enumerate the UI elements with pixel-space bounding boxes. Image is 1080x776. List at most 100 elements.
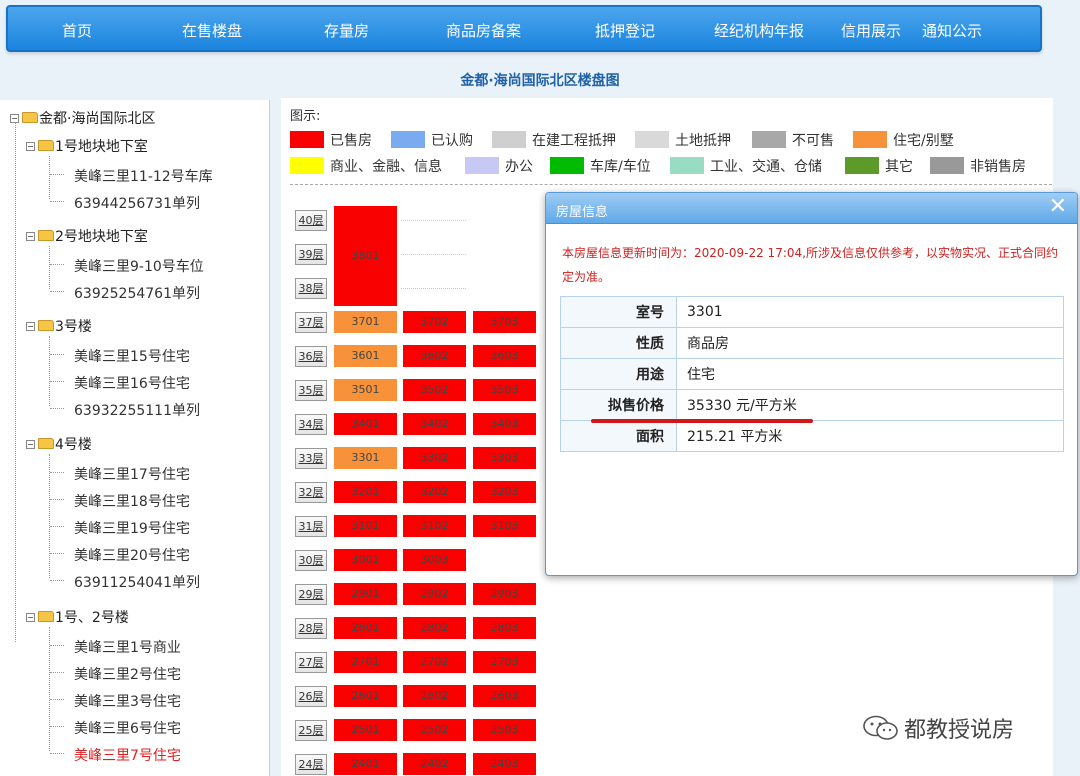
unit-cell[interactable]: 2503 xyxy=(473,719,536,741)
nav-item[interactable]: 商品房备案 xyxy=(446,20,521,41)
unit-cell[interactable]: 3401 xyxy=(334,413,397,435)
unit-cell[interactable]: 2901 xyxy=(334,583,397,605)
nav-item[interactable]: 存量房 xyxy=(324,20,369,41)
tree-leaf-item[interactable]: 美峰三里18号住宅 xyxy=(74,491,190,511)
nav-item[interactable]: 信用展示 xyxy=(841,20,901,41)
unit-cell[interactable]: 3501 xyxy=(334,379,397,401)
unit-cell[interactable]: 2501 xyxy=(334,719,397,741)
floor-button[interactable]: 34层 xyxy=(295,414,327,435)
tree-leaf-item[interactable]: 美峰三里9-10号车位 xyxy=(74,256,204,276)
unit-cell[interactable]: 3101 xyxy=(334,515,397,537)
unit-cell[interactable]: 3403 xyxy=(473,413,536,435)
unit-cell[interactable]: 2903 xyxy=(473,583,536,605)
unit-cell[interactable]: 2603 xyxy=(473,685,536,707)
unit-cell[interactable]: 2403 xyxy=(473,753,536,775)
unit-cell[interactable]: 3102 xyxy=(403,515,466,537)
tree-leaf-item[interactable]: 美峰三里19号住宅 xyxy=(74,518,190,538)
unit-cell[interactable]: 3703 xyxy=(473,311,536,333)
nav-item[interactable]: 经纪机构年报 xyxy=(714,20,804,41)
unit-cell[interactable]: 3302 xyxy=(403,447,466,469)
floor-button[interactable]: 36层 xyxy=(295,346,327,367)
collapse-toggle-icon[interactable]: − xyxy=(26,232,35,241)
tree-connector-line xyxy=(50,553,64,554)
floor-button[interactable]: 32层 xyxy=(295,482,327,503)
unit-cell[interactable]: 3502 xyxy=(403,379,466,401)
unit-3801[interactable]: 3801 xyxy=(334,206,397,306)
floor-button[interactable]: 24层 xyxy=(295,754,327,775)
tree-leaf-item[interactable]: 63925254761单列 xyxy=(74,283,200,303)
collapse-toggle-icon[interactable]: − xyxy=(26,322,35,331)
unit-cell[interactable]: 2703 xyxy=(473,651,536,673)
unit-cell[interactable]: 3003 xyxy=(403,549,466,571)
floor-button[interactable]: 39层 xyxy=(295,244,327,265)
unit-cell[interactable]: 2702 xyxy=(403,651,466,673)
unit-cell[interactable]: 2402 xyxy=(403,753,466,775)
floor-button[interactable]: 30层 xyxy=(295,550,327,571)
tree-leaf-item[interactable]: 美峰三里3号住宅 xyxy=(74,691,181,711)
tree-leaf-item[interactable]: 美峰三里7号住宅 xyxy=(74,745,181,765)
nav-item[interactable]: 首页 xyxy=(62,20,92,41)
unit-cell[interactable]: 2802 xyxy=(403,617,466,639)
unit-cell[interactable]: 3201 xyxy=(334,481,397,503)
tree-root[interactable]: − 金都·海尚国际北区 xyxy=(10,108,155,128)
unit-cell[interactable]: 3203 xyxy=(473,481,536,503)
unit-cell[interactable]: 3001 xyxy=(334,549,397,571)
unit-cell[interactable]: 3402 xyxy=(403,413,466,435)
floor-button[interactable]: 33层 xyxy=(295,448,327,469)
tree-leaf-item[interactable]: 美峰三里1号商业 xyxy=(74,637,181,657)
tree-leaf-item[interactable]: 美峰三里20号住宅 xyxy=(74,545,190,565)
unit-cell[interactable]: 3601 xyxy=(334,345,397,367)
info-value: 35330 元/平方米 xyxy=(676,389,1064,421)
floor-button[interactable]: 29层 xyxy=(295,584,327,605)
unit-cell[interactable]: 3202 xyxy=(403,481,466,503)
unit-cell[interactable]: 3301 xyxy=(334,447,397,469)
tree-leaf-item[interactable]: 63944256731单列 xyxy=(74,193,200,213)
unit-cell[interactable]: 3702 xyxy=(403,311,466,333)
floor-button[interactable]: 27层 xyxy=(295,652,327,673)
unit-cell[interactable]: 3303 xyxy=(473,447,536,469)
nav-item[interactable]: 在售楼盘 xyxy=(182,20,242,41)
floor-button[interactable]: 37层 xyxy=(295,312,327,333)
floor-button[interactable]: 26层 xyxy=(295,686,327,707)
floor-button[interactable]: 31层 xyxy=(295,516,327,537)
floor-button[interactable]: 25层 xyxy=(295,720,327,741)
close-icon[interactable]: ✕ xyxy=(1049,196,1067,218)
unit-cell[interactable]: 2902 xyxy=(403,583,466,605)
tree-leaf-item[interactable]: 美峰三里6号住宅 xyxy=(74,718,181,738)
floor-button[interactable]: 28层 xyxy=(295,618,327,639)
tree-leaf-item[interactable]: 63932255111单列 xyxy=(74,400,200,420)
tree-leaf-item[interactable]: 美峰三里15号住宅 xyxy=(74,346,190,366)
unit-cell[interactable]: 2801 xyxy=(334,617,397,639)
floor-button[interactable]: 40层 xyxy=(295,210,327,231)
collapse-toggle-icon[interactable]: − xyxy=(26,613,35,622)
unit-cell[interactable]: 3602 xyxy=(403,345,466,367)
tree-group[interactable]: − 4号楼 xyxy=(26,434,92,454)
unit-cell[interactable]: 3701 xyxy=(334,311,397,333)
tree-group[interactable]: − 3号楼 xyxy=(26,316,92,336)
floor-button[interactable]: 35层 xyxy=(295,380,327,401)
collapse-toggle-icon[interactable]: − xyxy=(26,142,35,151)
tree-leaf-item[interactable]: 美峰三里16号住宅 xyxy=(74,373,190,393)
nav-item[interactable]: 通知公示 xyxy=(922,20,982,41)
tree-group[interactable]: − 2号地块地下室 xyxy=(26,226,148,246)
unit-cell[interactable]: 2602 xyxy=(403,685,466,707)
tree-leaf-item[interactable]: 63911254041单列 xyxy=(74,572,200,592)
tree-leaf-item[interactable]: 美峰三里11-12号车库 xyxy=(74,166,213,186)
tree-group[interactable]: − 1号、2号楼 xyxy=(26,607,129,627)
tree-group[interactable]: − 1号地块地下室 xyxy=(26,136,148,156)
unit-cell[interactable]: 2601 xyxy=(334,685,397,707)
unit-cell[interactable]: 2701 xyxy=(334,651,397,673)
unit-cell[interactable]: 2401 xyxy=(334,753,397,775)
tree-leaf-item[interactable]: 美峰三里2号住宅 xyxy=(74,664,181,684)
unit-cell[interactable]: 2803 xyxy=(473,617,536,639)
watermark-text: 都教授说房 xyxy=(904,718,1015,743)
nav-item[interactable]: 抵押登记 xyxy=(595,20,655,41)
tree-leaf-item[interactable]: 美峰三里17号住宅 xyxy=(74,464,190,484)
tree-connector-line xyxy=(15,122,16,642)
unit-cell[interactable]: 3503 xyxy=(473,379,536,401)
unit-cell[interactable]: 3603 xyxy=(473,345,536,367)
floor-button[interactable]: 38层 xyxy=(295,278,327,299)
unit-cell[interactable]: 3103 xyxy=(473,515,536,537)
unit-cell[interactable]: 2502 xyxy=(403,719,466,741)
collapse-toggle-icon[interactable]: − xyxy=(26,440,35,449)
